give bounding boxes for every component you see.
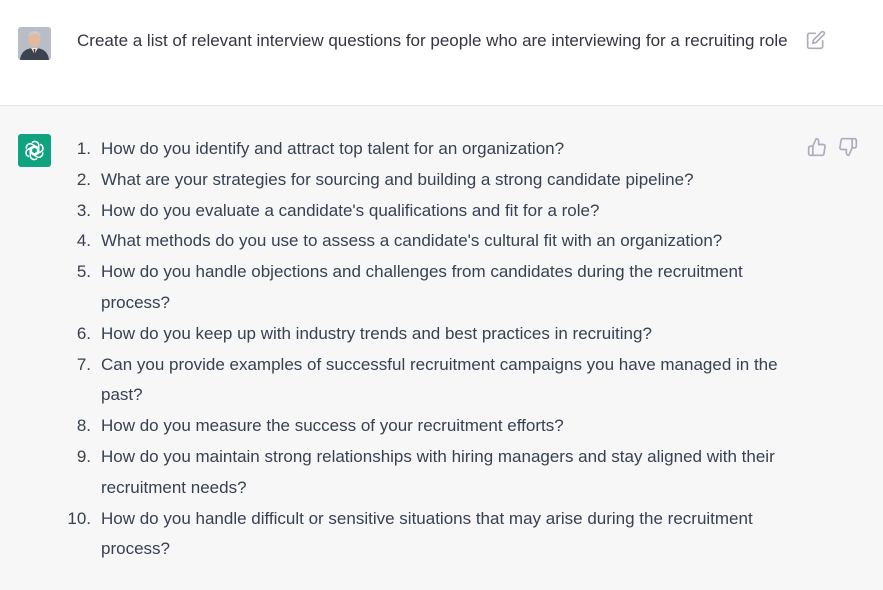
answer-list: 1. How do you identify and attract top t… — [60, 134, 805, 565]
assistant-message-row: 1. How do you identify and attract top t… — [0, 106, 883, 590]
list-item-number: 9. — [76, 446, 91, 466]
list-item-number: 5. — [76, 262, 91, 282]
list-item-number: 1. — [76, 139, 91, 158]
list-item-text: How do you identify and attract top tale… — [101, 139, 565, 158]
list-item-text: How do you handle objections and challen… — [101, 262, 743, 312]
thumbs-up-icon[interactable] — [807, 137, 827, 157]
chatgpt-logo-icon — [18, 134, 51, 167]
list-item-text: How do you handle difficult or sensitive… — [101, 508, 753, 559]
list-item-text: How do you keep up with industry trends … — [101, 323, 652, 343]
user-avatar-photo — [18, 27, 51, 60]
list-item-number: 8. — [76, 416, 91, 436]
user-avatar — [18, 27, 51, 60]
list-item-text: How do you measure the success of your r… — [101, 416, 564, 436]
list-item-text: Can you provide examples of successful r… — [101, 354, 778, 405]
list-item: 7. Can you provide examples of successfu… — [60, 350, 805, 412]
edit-icon[interactable] — [806, 30, 826, 50]
list-item-text: How do you evaluate a candidate's qualif… — [101, 200, 600, 220]
list-item-number: 6. — [76, 323, 91, 343]
list-item-number: 3. — [76, 200, 91, 220]
list-item: 6. How do you keep up with industry tren… — [60, 319, 805, 350]
user-prompt-text: Create a list of relevant interview ques… — [77, 31, 788, 50]
list-item: 4. What methods do you use to assess a c… — [60, 226, 805, 257]
list-item: 1. How do you identify and attract top t… — [60, 134, 805, 165]
list-item: 5. How do you handle objections and chal… — [60, 257, 805, 319]
list-item: 9. How do you maintain strong relationsh… — [60, 442, 805, 504]
list-item-text: What methods do you use to assess a cand… — [101, 231, 723, 251]
list-item: 2. What are your strategies for sourcing… — [60, 165, 805, 196]
list-item-text: How do you maintain strong relationships… — [101, 446, 775, 497]
list-item-text: What are your strategies for sourcing an… — [101, 169, 694, 189]
user-message-row: Create a list of relevant interview ques… — [0, 0, 883, 106]
list-item-number: 10. — [67, 508, 91, 528]
list-item-number: 7. — [76, 354, 91, 374]
thumbs-down-icon[interactable] — [838, 137, 858, 157]
list-item: 3. How do you evaluate a candidate's qua… — [60, 196, 805, 227]
list-item: 10. How do you handle difficult or sensi… — [60, 504, 805, 566]
list-item-number: 4. — [76, 231, 91, 251]
list-item-number: 2. — [76, 169, 91, 189]
list-item: 8. How do you measure the success of you… — [60, 411, 805, 442]
